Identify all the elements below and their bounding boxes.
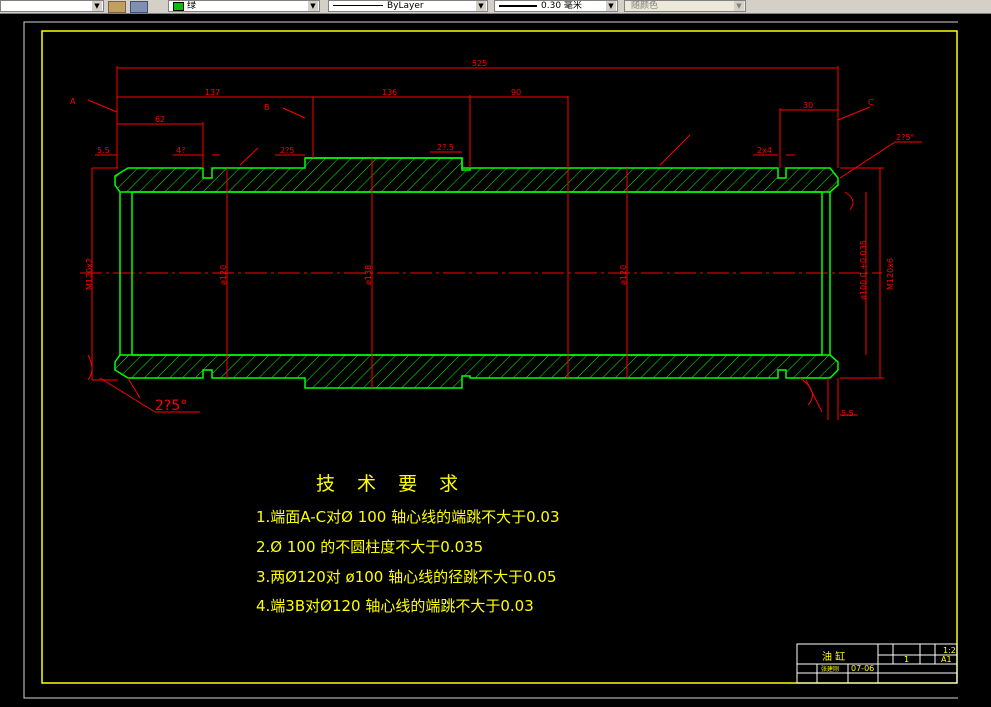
- dim-chamfer-top: 2?5°: [896, 133, 914, 142]
- drawing-svg[interactable]: 525 137 136 90 30 62 5.5 4? 2?5 2?.5 2x4…: [0, 14, 991, 703]
- part-name: 油 缸: [822, 650, 845, 663]
- chevron-down-icon[interactable]: ▼: [92, 1, 102, 11]
- dim-dia120-right: ø120: [619, 265, 628, 285]
- toolbar-left-dropdown[interactable]: ▼: [0, 0, 104, 12]
- lineweight-sample: [499, 4, 537, 7]
- tech-requirements: 技 术 要 求 1.端面A-C对Ø 100 轴心线的端跳不大于0.03 2.Ø …: [256, 473, 560, 615]
- chevron-down-icon[interactable]: ▼: [734, 1, 744, 11]
- requirement-2: 2.Ø 100 的不圆柱度不大于0.035: [256, 538, 483, 556]
- quantity-value: 1: [904, 655, 909, 664]
- dim-4-2: 4?: [176, 146, 185, 155]
- dim-137: 137: [205, 88, 220, 97]
- color-swatch: [173, 2, 184, 11]
- properties-toolbar: ▼ 绿 ▼ ByLayer ▼ 0.30 毫米 ▼ 随颜色 ▼: [0, 0, 991, 14]
- top-wall: [114, 157, 839, 193]
- dim-90: 90: [511, 88, 521, 97]
- designer-name: 张建刚: [821, 665, 839, 673]
- dim-2-75: 2?.5: [437, 143, 454, 152]
- lineweight-control[interactable]: 0.30 毫米 ▼: [494, 0, 618, 12]
- color-control[interactable]: 绿 ▼: [168, 0, 320, 12]
- layer-states-icon[interactable]: [130, 1, 148, 13]
- requirement-4: 4.端3B对Ø120 轴心线的端跳不大于0.03: [256, 597, 534, 615]
- plotstyle-value: 随颜色: [631, 1, 659, 11]
- lineweight-value: 0.30 毫米: [541, 1, 582, 11]
- dim-5-5-right: 5.5: [841, 409, 854, 418]
- dim-dia100: ø100 0 +0.035: [859, 240, 868, 300]
- dim-dia138: ø138: [364, 265, 373, 285]
- requirement-1: 1.端面A-C对Ø 100 轴心线的端跳不大于0.03: [256, 508, 560, 526]
- linetype-sample: [333, 5, 383, 6]
- dim-5-5-left: 5.5: [97, 146, 110, 155]
- sheet-size: A1: [941, 655, 952, 664]
- drawing-canvas[interactable]: 525 137 136 90 30 62 5.5 4? 2?5 2?.5 2x4…: [0, 14, 991, 703]
- chevron-down-icon[interactable]: ▼: [476, 1, 486, 11]
- section-lines: [91, 96, 884, 388]
- dim-dia120-left: ø120: [219, 265, 228, 285]
- title-block: [796, 643, 958, 684]
- label-c: C: [868, 98, 874, 107]
- label-b: B: [264, 103, 270, 112]
- canvas-edge: [958, 14, 978, 703]
- linetype-value: ByLayer: [387, 1, 424, 11]
- dim-thread-right: M120x6: [886, 258, 895, 290]
- chevron-down-icon[interactable]: ▼: [606, 1, 616, 11]
- title-block-texts: 油 缸 1:2 A1 1 07-06 张建刚: [821, 646, 956, 673]
- bottom-wall: [114, 354, 839, 389]
- requirement-3: 3.两Ø120对 ø100 轴心线的径跳不大于0.05: [256, 568, 557, 586]
- dim-30: 30: [803, 101, 813, 110]
- dim-136: 136: [382, 88, 397, 97]
- dim-62: 62: [155, 115, 165, 124]
- drawing-code: 07-06: [851, 664, 874, 673]
- dim-525: 525: [472, 59, 487, 68]
- dim-2-25: 2?5: [280, 146, 294, 155]
- label-a: A: [70, 97, 76, 106]
- plotstyle-control[interactable]: 随颜色 ▼: [624, 0, 746, 12]
- dim-2x4: 2x4: [757, 146, 772, 155]
- linetype-control[interactable]: ByLayer ▼: [328, 0, 488, 12]
- dim-chamfer-bottom: 2?5°: [155, 398, 187, 414]
- layer-tools-icon[interactable]: [108, 1, 126, 13]
- chevron-down-icon[interactable]: ▼: [308, 1, 318, 11]
- requirements-title: 技 术 要 求: [316, 473, 466, 495]
- color-value: 绿: [187, 1, 197, 11]
- scale-value: 1:2: [943, 646, 956, 655]
- dim-thread-left: M120x2: [85, 258, 94, 290]
